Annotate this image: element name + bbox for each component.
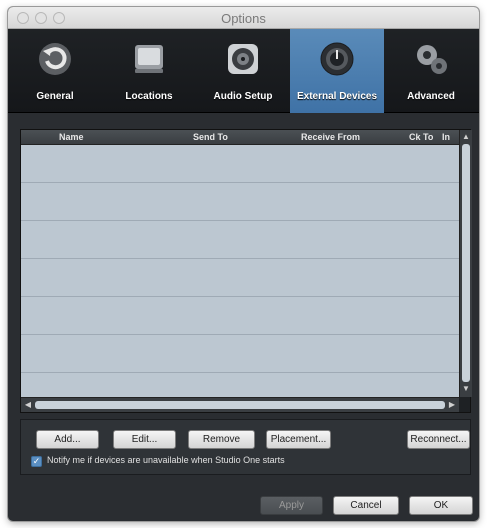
- scroll-down-arrow-icon[interactable]: ▼: [460, 383, 472, 395]
- column-header-receive-from[interactable]: Receive From: [301, 132, 360, 142]
- ok-button[interactable]: OK: [409, 496, 473, 515]
- tab-audio-setup[interactable]: Audio Setup: [196, 29, 290, 113]
- vertical-scrollbar[interactable]: ▲ ▼: [459, 130, 472, 397]
- external-devices-icon: [320, 42, 354, 76]
- remove-device-button[interactable]: Remove: [188, 430, 255, 449]
- table-row[interactable]: [21, 145, 459, 183]
- tab-advanced[interactable]: Advanced: [384, 29, 479, 113]
- column-header-name[interactable]: Name: [59, 132, 84, 142]
- tab-external-devices-label: External Devices: [296, 91, 378, 102]
- cancel-button[interactable]: Cancel: [333, 496, 399, 515]
- table-row[interactable]: [21, 259, 459, 297]
- tab-external-devices[interactable]: External Devices: [290, 29, 384, 113]
- table-row[interactable]: [21, 221, 459, 259]
- table-row[interactable]: [21, 335, 459, 373]
- general-icon: [39, 43, 71, 75]
- column-header-ck-to[interactable]: Ck To: [409, 132, 433, 142]
- tab-audio-setup-label: Audio Setup: [213, 91, 273, 102]
- devices-list[interactable]: [21, 145, 459, 397]
- tab-locations-label: Locations: [125, 91, 173, 102]
- edit-device-button[interactable]: Edit...: [113, 430, 176, 449]
- column-header-in[interactable]: In: [442, 132, 450, 142]
- reconnect-button[interactable]: Reconnect...: [407, 430, 470, 449]
- tab-advanced-label: Advanced: [407, 91, 455, 102]
- advanced-icon: [417, 45, 447, 74]
- options-window: Options General Locations Audio Setup Ex…: [8, 7, 479, 521]
- scroll-up-arrow-icon[interactable]: ▲: [460, 131, 472, 143]
- placement-button[interactable]: Placement...: [266, 430, 331, 449]
- horizontal-scrollbar[interactable]: ◀ ▶: [21, 397, 459, 412]
- scroll-right-arrow-icon[interactable]: ▶: [446, 399, 458, 411]
- horizontal-scroll-thumb[interactable]: [35, 401, 445, 409]
- apply-button[interactable]: Apply: [260, 496, 323, 515]
- add-device-button[interactable]: Add...: [36, 430, 99, 449]
- table-row[interactable]: [21, 183, 459, 221]
- tab-general-label: General: [36, 91, 74, 102]
- devices-panel: Name Send To Receive From Ck To In ▲ ▼ ◀…: [20, 129, 472, 413]
- scroll-left-arrow-icon[interactable]: ◀: [22, 399, 34, 411]
- audio-setup-icon: [228, 44, 258, 74]
- notify-label: Notify me if devices are unavailable whe…: [47, 455, 285, 465]
- preferences-toolbar: General Locations Audio Setup External D…: [8, 29, 479, 113]
- notify-checkbox[interactable]: ✓: [31, 456, 42, 467]
- tab-general[interactable]: General: [8, 29, 102, 113]
- window-title: Options: [221, 11, 266, 26]
- column-header-send-to[interactable]: Send To: [193, 132, 228, 142]
- devices-table-header: Name Send To Receive From Ck To In: [21, 130, 459, 145]
- device-actions-bar: Add... Edit... Remove Placement... Recon…: [20, 419, 471, 475]
- vertical-scroll-thumb[interactable]: [462, 144, 470, 382]
- table-row[interactable]: [21, 297, 459, 335]
- tab-locations[interactable]: Locations: [102, 29, 196, 113]
- title-bar: Options: [8, 7, 479, 29]
- locations-icon: [135, 45, 163, 73]
